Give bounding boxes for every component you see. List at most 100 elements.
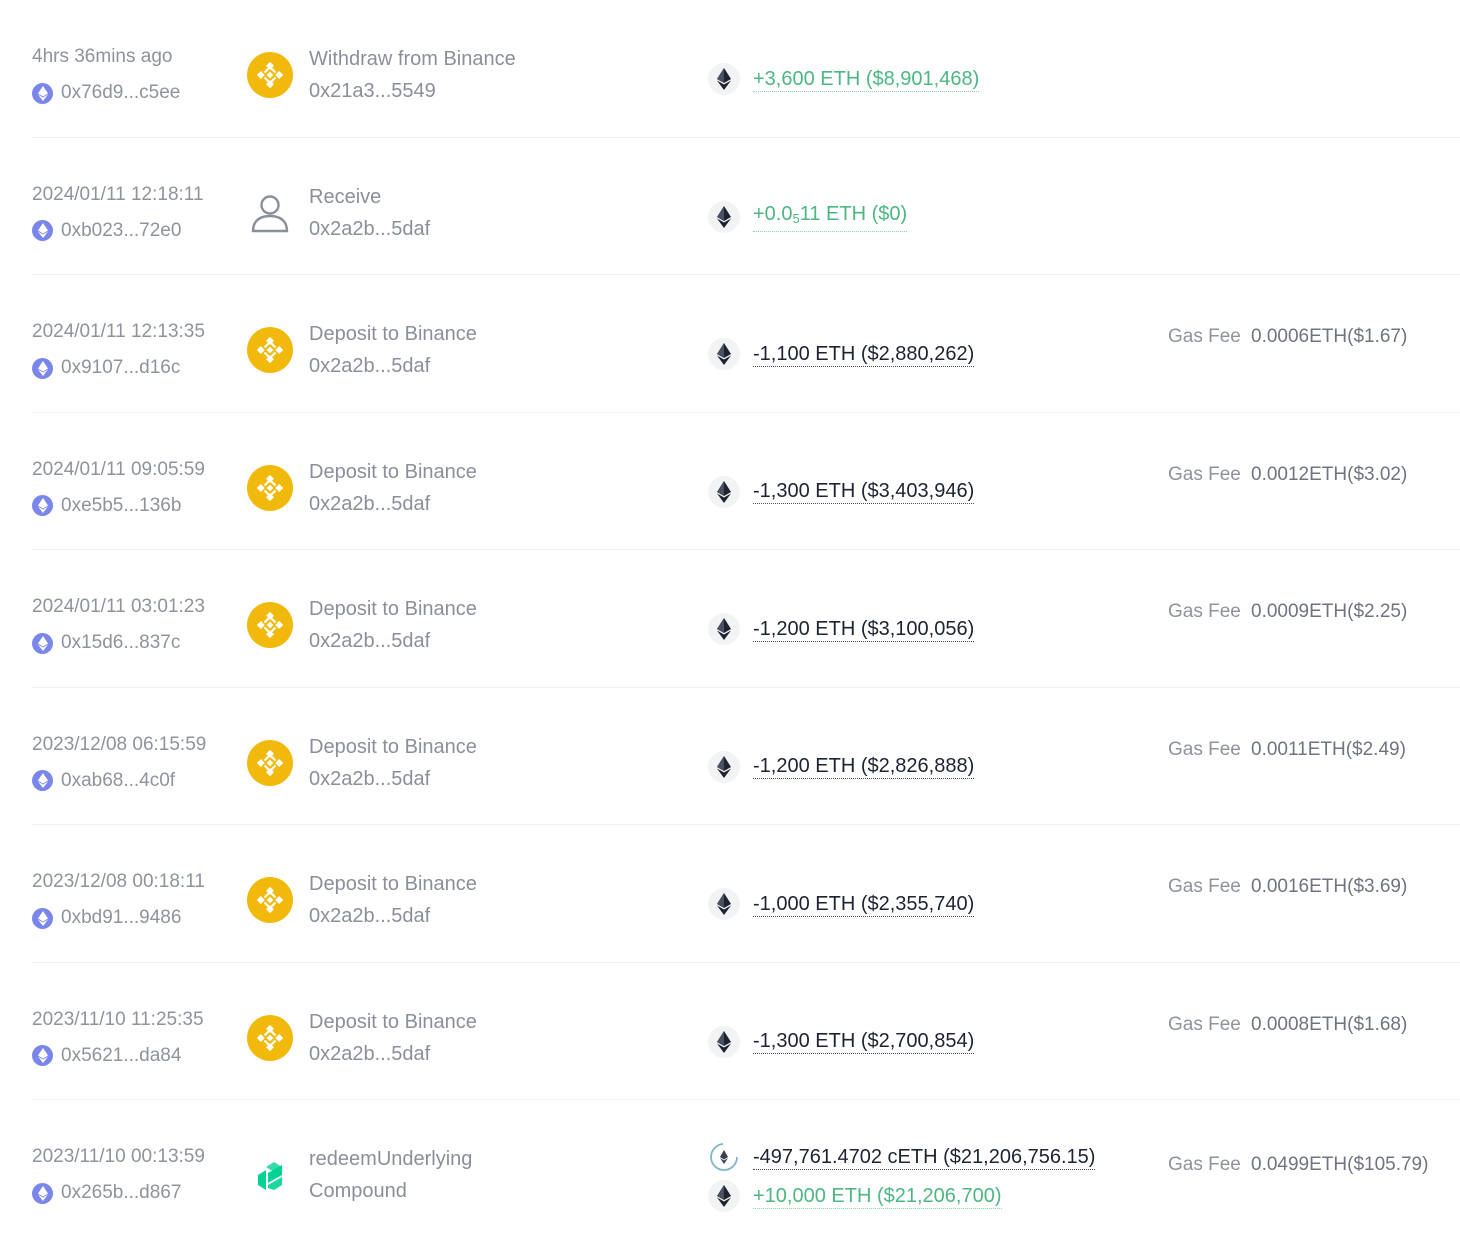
token-amount[interactable]: -1,200 ETH ($3,100,056) [753,617,975,642]
user-icon [247,190,293,236]
tx-hash-link[interactable]: 0x76d9...c5ee [32,82,180,104]
token-amount[interactable]: -1,000 ETH ($2,355,740) [753,892,975,917]
eth-chain-icon [32,82,53,104]
gas-fee-label: Gas Fee [1168,463,1241,485]
transaction-row[interactable]: 2024/01/11 09:05:59 0xe5b5...136b Deposi… [32,413,1460,550]
tx-hash[interactable]: 0xb023...72e0 [61,220,181,242]
token-amount[interactable]: +3,600 ETH ($8,901,468) [753,67,980,92]
transaction-row[interactable]: 2023/12/08 00:18:11 0xbd91...9486 Deposi… [32,825,1460,963]
binance-icon [247,739,293,786]
tx-hash[interactable]: 0x265b...d867 [61,1182,181,1204]
binance-icon [247,327,293,373]
amount-line: +0.0511 ETH ($0) [708,200,908,233]
binance-icon [247,464,293,511]
eth-icon [708,750,740,783]
gas-fee-label: Gas Fee [1168,1013,1241,1035]
counterparty-address[interactable]: 0x2a2b...5daf [309,768,430,791]
tx-action: Deposit to Binance [309,1010,477,1033]
gas-fee-value: 0.0009ETH($2.25) [1251,601,1408,622]
tx-hash-link[interactable]: 0xe5b5...136b [32,495,181,517]
token-amount[interactable]: -1,100 ETH ($2,880,262) [753,342,975,367]
token-amount[interactable]: -1,300 ETH ($3,403,946) [753,479,975,504]
gas-fee-value: 0.0008ETH($1.68) [1251,1013,1408,1035]
eth-chain-icon [32,220,53,241]
counterparty-address[interactable]: 0x2a2b...5daf [309,355,430,378]
eth-icon [708,1180,740,1212]
eth-icon [708,1025,740,1058]
gas-fee-label: Gas Fee [1168,876,1241,897]
amount-line: -1,200 ETH ($3,100,056) [708,613,975,645]
gas-fee-value: 0.0011ETH($2.49) [1251,738,1406,760]
counterparty-address[interactable]: 0x2a2b...5daf [309,905,430,928]
eth-icon [708,338,740,370]
amount-line: -1,000 ETH ($2,355,740) [708,888,975,920]
token-amount[interactable]: +0.0511 ETH ($0) [753,202,908,232]
tx-time: 2023/11/10 11:25:35 [32,1008,204,1030]
transaction-row[interactable]: 2023/11/10 00:13:59 0x265b...d867 redeem… [32,1100,1460,1238]
tx-time: 4hrs 36mins ago [32,46,173,67]
compound-icon [247,1152,293,1198]
tx-hash-link[interactable]: 0x15d6...837c [32,632,180,654]
tx-hash-link[interactable]: 0x9107...d16c [32,357,180,379]
eth-icon [708,888,740,920]
counterparty-address[interactable]: 0x2a2b...5daf [309,218,430,241]
amount-line: +10,000 ETH ($21,206,700) [708,1180,1002,1212]
tx-hash-link[interactable]: 0xbd91...9486 [32,907,181,929]
eth-icon [708,475,740,508]
gas-fee-label: Gas Fee [1168,1154,1241,1175]
tx-hash[interactable]: 0xe5b5...136b [61,495,181,517]
counterparty-address[interactable]: 0x2a2b...5daf [309,630,430,653]
binance-icon [247,602,293,648]
transaction-row[interactable]: 2023/11/10 11:25:35 0x5621...da84 Deposi… [32,963,1460,1100]
binance-icon [247,1014,293,1061]
transaction-row[interactable]: 4hrs 36mins ago 0x76d9...c5ee Withdraw f… [32,0,1460,138]
tx-hash[interactable]: 0xbd91...9486 [61,907,181,929]
token-amount[interactable]: -1,300 ETH ($2,700,854) [753,1029,975,1054]
tx-hash[interactable]: 0x9107...d16c [61,357,180,379]
tx-hash-link[interactable]: 0x5621...da84 [32,1045,181,1067]
tx-hash-link[interactable]: 0xb023...72e0 [32,220,181,242]
gas-fee-value: 0.0499ETH($105.79) [1251,1154,1429,1175]
amount-line: -1,100 ETH ($2,880,262) [708,338,975,370]
tx-hash[interactable]: 0x5621...da84 [61,1045,181,1067]
tx-action: Receive [309,185,382,208]
transaction-row[interactable]: 2024/01/11 03:01:23 0x15d6...837c Deposi… [32,550,1460,688]
tx-time: 2023/12/08 00:18:11 [32,871,205,892]
tx-hash-link[interactable]: 0x265b...d867 [32,1182,181,1204]
tx-time: 2023/11/10 00:13:59 [32,1146,205,1167]
tx-hash[interactable]: 0x76d9...c5ee [61,82,180,104]
eth-chain-icon [32,907,53,929]
counterparty-address[interactable]: Compound [309,1180,407,1203]
tx-hash[interactable]: 0x15d6...837c [61,632,180,654]
transaction-row[interactable]: 2024/01/11 12:18:11 0xb023...72e0 Receiv… [32,138,1460,275]
gas-fee-value: 0.0012ETH($3.02) [1251,463,1408,485]
binance-icon [247,877,293,923]
tx-action: Deposit to Binance [309,460,477,483]
tx-hash-link[interactable]: 0xab68...4c0f [32,770,175,792]
gas-fee-label: Gas Fee [1168,326,1241,347]
eth-icon [708,63,740,95]
amount-line: -1,300 ETH ($2,700,854) [708,1025,975,1058]
tx-action: Deposit to Binance [309,735,477,758]
amount-line: -497,761.4702 cETH ($21,206,756.15) [708,1141,1096,1173]
tx-hash[interactable]: 0xab68...4c0f [61,770,175,792]
eth-chain-icon [32,1045,53,1066]
counterparty-address[interactable]: 0x2a2b...5daf [309,1043,430,1066]
counterparty-address[interactable]: 0x2a2b...5daf [309,493,430,516]
binance-icon [247,52,293,98]
eth-chain-icon [32,357,53,379]
token-amount[interactable]: +10,000 ETH ($21,206,700) [753,1184,1002,1209]
tx-time: 2024/01/11 12:18:11 [32,183,204,205]
transaction-row[interactable]: 2023/12/08 06:15:59 0xab68...4c0f Deposi… [32,688,1460,825]
eth-chain-icon [32,495,53,516]
token-amount[interactable]: -497,761.4702 cETH ($21,206,756.15) [753,1145,1096,1170]
eth-icon [708,200,740,233]
counterparty-address[interactable]: 0x21a3...5549 [309,80,436,103]
transaction-row[interactable]: 2024/01/11 12:13:35 0x9107...d16c Deposi… [32,275,1460,413]
gas-fee-label: Gas Fee [1168,738,1241,760]
ceth-icon [708,1141,740,1173]
gas-fee-label: Gas Fee [1168,601,1241,622]
token-amount[interactable]: -1,200 ETH ($2,826,888) [753,754,975,779]
tx-action: redeemUnderlying [309,1148,473,1170]
eth-chain-icon [32,770,53,791]
